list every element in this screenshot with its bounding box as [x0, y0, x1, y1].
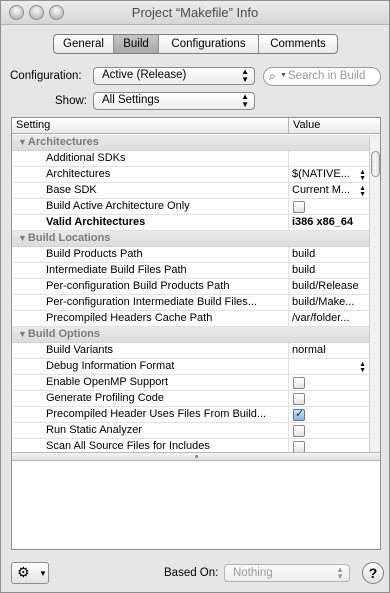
tab-general[interactable]: General — [54, 35, 114, 53]
chevron-down-icon: ▼ — [39, 569, 47, 578]
table-row[interactable]: Build Products Path build — [12, 247, 370, 263]
setting-name: Per-configuration Intermediate Build Fil… — [46, 296, 257, 308]
setting-value[interactable]: build/Release — [292, 280, 368, 292]
popup-arrows-icon: ▲ ▼ — [241, 67, 249, 84]
window-title: Project “Makefile” Info — [131, 5, 259, 20]
description-pane — [12, 461, 380, 549]
setting-name: Intermediate Build Files Path — [46, 264, 187, 276]
action-menu-button[interactable]: ⚙ ▼ — [11, 562, 49, 584]
setting-checkbox-checked[interactable] — [293, 407, 305, 421]
column-header-value[interactable]: Value — [293, 119, 320, 131]
build-settings-table: Setting Value ▼Architectures Additional … — [11, 117, 381, 550]
setting-name: Scan All Source Files for Includes — [46, 440, 210, 452]
table-row[interactable]: Build Active Architecture Only — [12, 199, 370, 215]
gear-icon: ⚙ — [17, 564, 30, 580]
group-label: Build Locations — [27, 232, 111, 244]
setting-value[interactable]: normal — [292, 344, 368, 356]
disclosure-triangle-icon[interactable]: ▼ — [18, 233, 27, 243]
setting-name: Additional SDKs — [46, 152, 126, 164]
table-row[interactable]: Per-configuration Build Products Path bui… — [12, 279, 370, 295]
table-row[interactable]: Precompiled Header Uses Files From Build… — [12, 407, 370, 423]
setting-name: Enable OpenMP Support — [46, 376, 169, 388]
show-label: Show: — [55, 95, 87, 107]
setting-name: Valid Architectures — [46, 216, 146, 228]
group-label: Build Options — [27, 328, 101, 340]
table-row[interactable]: Precompiled Headers Cache Path/var/folde… — [12, 311, 370, 327]
based-on-popup[interactable]: Nothing ▲ ▼ — [224, 564, 350, 582]
setting-name: Build Products Path — [46, 248, 143, 260]
table-row[interactable]: Run Static Analyzer — [12, 423, 370, 439]
table-row[interactable]: Per-configuration Intermediate Build Fil… — [12, 295, 370, 311]
table-row[interactable]: Intermediate Build Files Path build — [12, 263, 370, 279]
based-on-value: Nothing — [233, 567, 273, 579]
table-row[interactable]: Valid Architectures i386 x86_64 — [12, 215, 370, 231]
table-row[interactable]: Debug Information Format ▲ ▼ — [12, 359, 370, 375]
title-bar[interactable]: Project “Makefile” Info — [1, 1, 389, 25]
configuration-label: Configuration: — [10, 70, 82, 82]
split-view-divider[interactable] — [12, 452, 380, 461]
setting-value[interactable]: Current M... — [292, 184, 368, 196]
group-row-build-locations[interactable]: ▼Build Locations — [12, 231, 370, 247]
setting-value[interactable]: build — [292, 264, 368, 276]
disclosure-triangle-icon[interactable]: ▼ — [18, 329, 27, 339]
search-field[interactable]: ⌕ ▼ Search in Build — [263, 67, 381, 86]
table-row[interactable]: Generate Profiling Code — [12, 391, 370, 407]
help-button[interactable]: ? — [362, 562, 384, 584]
scrollbar-thumb[interactable] — [371, 151, 380, 177]
tab-build[interactable]: Build — [114, 35, 159, 53]
setting-name: Base SDK — [46, 184, 97, 196]
table-row[interactable]: Build Variants normal — [12, 343, 370, 359]
popup-arrows-icon[interactable]: ▲ ▼ — [359, 361, 366, 374]
setting-value[interactable]: build — [292, 248, 368, 260]
disclosure-triangle-icon[interactable]: ▼ — [18, 137, 27, 147]
configuration-value: Active (Release) — [102, 69, 187, 81]
chevron-down-icon: ▼ — [280, 72, 287, 79]
setting-name: Build Active Architecture Only — [46, 200, 190, 212]
group-row-architectures[interactable]: ▼Architectures — [12, 135, 370, 151]
popup-arrows-icon: ▲ ▼ — [241, 92, 249, 109]
column-header-setting[interactable]: Setting — [16, 119, 50, 131]
search-icon: ⌕ — [269, 69, 276, 83]
setting-name: Generate Profiling Code — [46, 392, 165, 404]
setting-value[interactable]: build/Make... — [292, 296, 368, 308]
search-placeholder: Search in Build — [288, 70, 366, 82]
table-row[interactable]: Architectures $(NATIVE... ▲ ▼ — [12, 167, 370, 183]
setting-checkbox[interactable] — [293, 201, 305, 213]
tab-bar: General Build Configurations Comments — [53, 34, 338, 54]
table-row[interactable]: Additional SDKs — [12, 151, 370, 167]
table-header: Setting Value — [12, 118, 380, 134]
based-on-label: Based On: — [164, 567, 219, 579]
setting-value[interactable]: i386 x86_64 — [292, 216, 368, 228]
table-row[interactable]: Enable OpenMP Support — [12, 375, 370, 391]
info-window: Project “Makefile” Info General Build Co… — [0, 0, 390, 593]
tab-configurations[interactable]: Configurations — [159, 35, 259, 53]
setting-checkbox[interactable] — [293, 425, 305, 437]
setting-name: Run Static Analyzer — [46, 424, 142, 436]
setting-name: Architectures — [46, 168, 111, 180]
setting-name: Precompiled Header Uses Files From Build… — [46, 408, 267, 420]
divider-grip-icon — [195, 455, 198, 458]
show-popup[interactable]: All Settings ▲ ▼ — [93, 92, 255, 110]
show-value: All Settings — [102, 94, 160, 106]
configuration-popup[interactable]: Active (Release) ▲ ▼ — [93, 67, 255, 85]
table-row[interactable]: Base SDK Current M... ▲ ▼ — [12, 183, 370, 199]
group-row-build-options[interactable]: ▼Build Options — [12, 327, 370, 343]
popup-arrows-icon[interactable]: ▲ ▼ — [359, 185, 366, 198]
setting-value[interactable]: $(NATIVE... — [292, 168, 368, 180]
setting-checkbox[interactable] — [293, 377, 305, 389]
setting-name: Build Variants — [46, 344, 114, 356]
table-rows: ▼Architectures Additional SDKs Architect… — [12, 135, 370, 455]
setting-value[interactable]: /var/folder... — [292, 312, 368, 324]
group-label: Architectures — [27, 136, 99, 148]
setting-name: Debug Information Format — [46, 360, 175, 372]
vertical-scrollbar[interactable] — [369, 135, 380, 452]
setting-checkbox[interactable] — [293, 393, 305, 405]
popup-arrows-icon[interactable]: ▲ ▼ — [359, 169, 366, 182]
setting-name: Per-configuration Build Products Path — [46, 280, 230, 292]
tab-comments[interactable]: Comments — [259, 35, 337, 53]
setting-name: Precompiled Headers Cache Path — [46, 312, 213, 324]
popup-arrows-icon: ▲ ▼ — [336, 565, 344, 581]
